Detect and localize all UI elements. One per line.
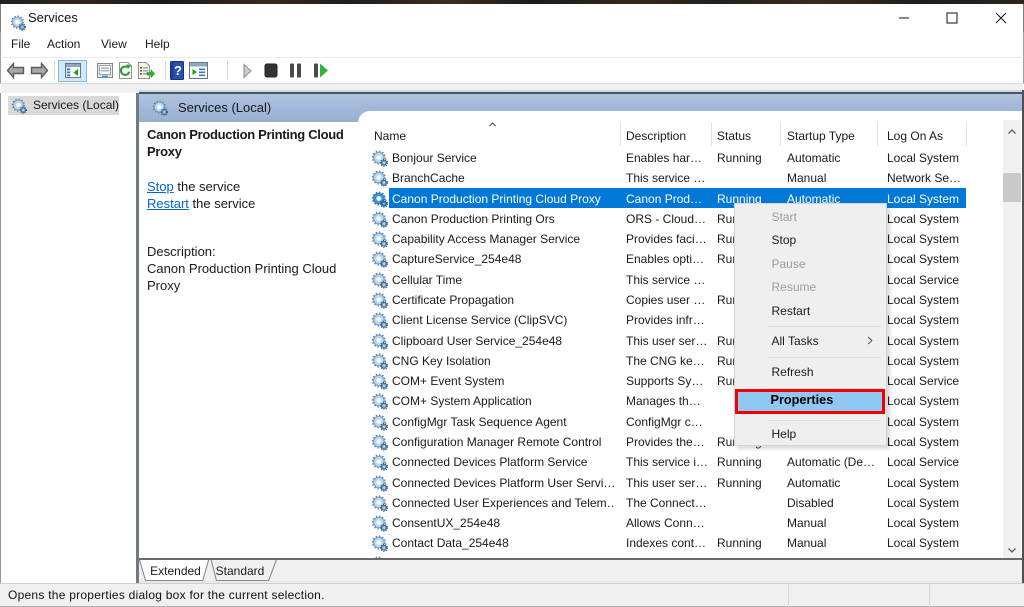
svg-text:?: ? bbox=[174, 63, 182, 78]
